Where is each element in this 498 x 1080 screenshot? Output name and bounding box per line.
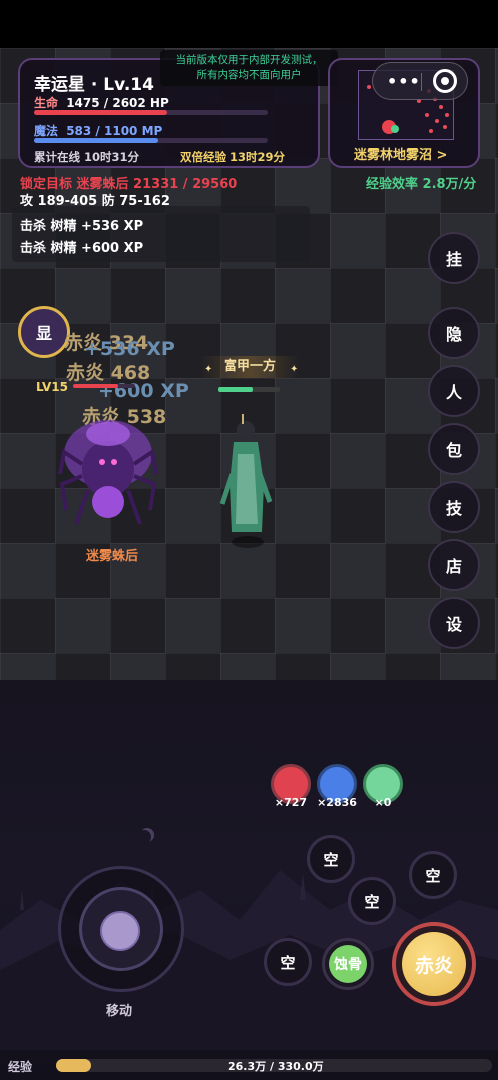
player-name-level: 幸运星 · Lv.14 xyxy=(34,75,154,95)
sparkle-icon: ✦ xyxy=(290,364,299,375)
xp-bar-fill xyxy=(56,1059,91,1072)
player-hp-bar xyxy=(218,387,280,392)
joystick-knob[interactable] xyxy=(100,911,140,951)
hide-button[interactable]: 隐 xyxy=(428,307,480,359)
xp-label: 经验 xyxy=(8,1060,33,1074)
main-skill-frame[interactable]: 赤炎 xyxy=(392,922,476,1006)
more-icon[interactable]: ••• xyxy=(387,72,421,91)
hp-label: 生命 xyxy=(34,96,59,110)
double-xp-timer: 双倍经验 13时29分 xyxy=(180,150,286,164)
hp-value: 1475 / 2602 HP xyxy=(66,96,169,110)
spider-queen-sprite[interactable] xyxy=(58,414,158,536)
erode-bone-skill-frame[interactable]: 蚀骨 xyxy=(322,938,374,990)
mp-row: 魔法 583 / 1100 MP xyxy=(34,122,162,139)
xp-efficiency: 经验效率 2.8万/分 xyxy=(366,177,477,192)
settings-button[interactable]: 设 xyxy=(428,597,480,649)
show-button[interactable]: 显 xyxy=(18,306,70,358)
notice-line-2: 所有内容均不面向用户 xyxy=(196,69,302,81)
capsule-divider xyxy=(421,73,422,91)
close-target-icon[interactable] xyxy=(433,69,457,93)
enemy-hp-bar xyxy=(73,384,135,388)
bag-button[interactable]: 包 xyxy=(428,423,480,475)
notice-line-1: 当前版本仅用于内部开发测试， xyxy=(175,54,323,66)
character-button[interactable]: 人 xyxy=(428,365,480,417)
shop-button[interactable]: 店 xyxy=(428,539,480,591)
empty-skill-slot[interactable]: 空 xyxy=(264,938,312,986)
mp-value: 583 / 1100 MP xyxy=(66,124,163,138)
enemy-level: LV15 xyxy=(36,380,68,394)
player-title-banner: 富甲一方 xyxy=(200,356,300,378)
player-title: 富甲一方 xyxy=(223,359,276,374)
minimap-location[interactable]: 迷雾林地雾沼 > xyxy=(354,144,447,163)
flame-skill-button[interactable]: 赤炎 xyxy=(402,932,466,996)
moon-icon xyxy=(137,830,151,844)
empty-skill-slot[interactable]: 空 xyxy=(307,835,355,883)
mp-label: 魔法 xyxy=(34,124,59,138)
hp-row: 生命 1475 / 2602 HP xyxy=(34,94,169,111)
empty-skill-slot[interactable]: 空 xyxy=(409,851,457,899)
mini-program-capsule[interactable]: ••• xyxy=(372,62,468,100)
joystick-label: 移动 xyxy=(106,1004,133,1019)
erode-bone-skill-button[interactable]: 蚀骨 xyxy=(329,945,367,983)
floating-xp-text: +536 XP xyxy=(84,338,175,360)
mp-bar xyxy=(34,138,268,143)
xp-value: 26.3万 / 330.0万 xyxy=(228,1060,324,1073)
auto-battle-button[interactable]: 挂 xyxy=(428,232,480,284)
green-potion-count: ×0 xyxy=(374,796,392,809)
skills-button[interactable]: 技 xyxy=(428,481,480,533)
empty-skill-slot[interactable]: 空 xyxy=(348,877,396,925)
sparkle-icon: ✦ xyxy=(204,364,213,375)
top-safe-area xyxy=(0,0,498,48)
player-character-sprite[interactable] xyxy=(218,414,274,554)
dev-notice: 当前版本仅用于内部开发测试， 所有内容均不面向用户 xyxy=(160,50,338,86)
online-time: 累计在线 10时31分 xyxy=(34,150,140,164)
kill-log: 击杀 树精 +536 XP 击杀 树精 +600 XP xyxy=(12,206,310,262)
kill-log-entry: 击杀 树精 +536 XP xyxy=(20,219,144,234)
kill-log-entry: 击杀 树精 +600 XP xyxy=(20,241,144,256)
enemy-name: 迷雾蛛后 xyxy=(86,549,139,564)
hp-bar xyxy=(34,110,268,115)
